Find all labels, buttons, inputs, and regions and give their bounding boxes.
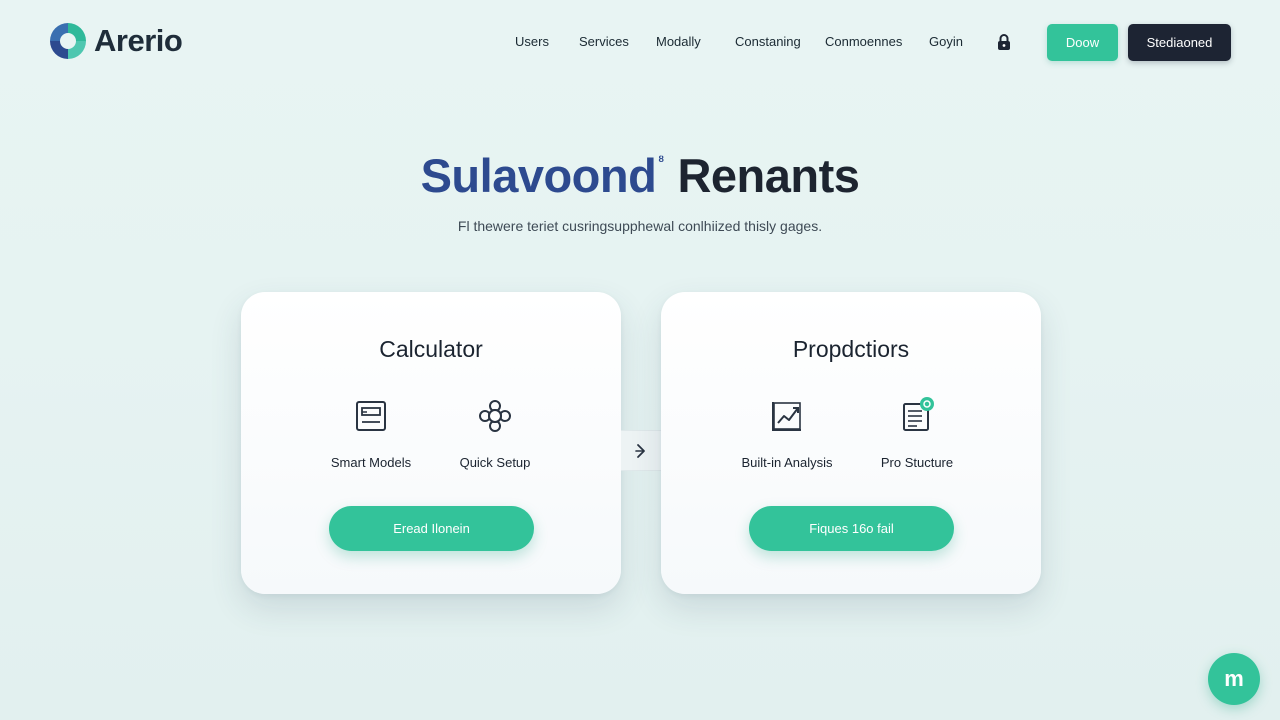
feature-quick-setup[interactable]: Quick Setup [425, 396, 565, 470]
card-title: Calculator [379, 336, 483, 362]
title-part-2: Renants [677, 149, 860, 202]
card-title: Propdctiors [792, 336, 910, 362]
feature-label: Pro Stucture [880, 455, 954, 470]
page-title: Sulavoond ᴽ Renants [0, 148, 1280, 203]
nav-item-services[interactable]: Services [579, 34, 629, 49]
brand-logo[interactable]: Arerio [48, 21, 183, 61]
calculator-card: Calculator Smart Models Quick Setup Erea… [241, 292, 621, 594]
nav-item-users[interactable]: Users [515, 34, 549, 49]
feature-built-in-analysis[interactable]: Built-in Analysis [717, 396, 857, 470]
feature-smart-models[interactable]: Smart Models [301, 396, 441, 470]
settings-cog-icon [475, 396, 515, 436]
document-check-icon [897, 396, 937, 436]
brand-name: Arerio [94, 23, 183, 58]
arrow-connector [621, 430, 661, 471]
hero-subtitle: Fl thewere teriet cusringsupphewal conlh… [457, 218, 823, 234]
nav-item-constaning[interactable]: Constaning [735, 34, 801, 49]
nav-item-modally[interactable]: Modally [656, 34, 701, 49]
arrow-right-icon [633, 443, 649, 459]
nav-item-conmoennes[interactable]: Conmoennes [825, 34, 902, 49]
feature-pro-structure[interactable]: Pro Stucture [847, 396, 987, 470]
nav-item-goyin[interactable]: Goyin [929, 34, 963, 49]
feature-label: Quick Setup [459, 455, 531, 470]
chat-icon: m [1224, 666, 1244, 691]
title-mark: ᴽ [658, 153, 664, 168]
start-button[interactable]: Stediaoned [1128, 24, 1231, 61]
demo-button[interactable]: Doow [1047, 24, 1118, 61]
calculator-screen-icon [351, 396, 391, 436]
productions-cta-button[interactable]: Fiques 16o fail [749, 506, 954, 551]
chart-line-icon [767, 396, 807, 436]
feature-label: Smart Models [330, 455, 412, 470]
title-part-1: Sulavoond [420, 149, 657, 202]
productions-card: Propdctiors Built-in Analysis Pro Stuctu… [661, 292, 1041, 594]
brand-logo-icon [48, 21, 88, 61]
lock-icon[interactable] [995, 33, 1013, 51]
chat-button[interactable]: m [1208, 653, 1260, 705]
feature-label: Built-in Analysis [741, 455, 833, 470]
calculator-cta-button[interactable]: Eread Ilonein [329, 506, 534, 551]
